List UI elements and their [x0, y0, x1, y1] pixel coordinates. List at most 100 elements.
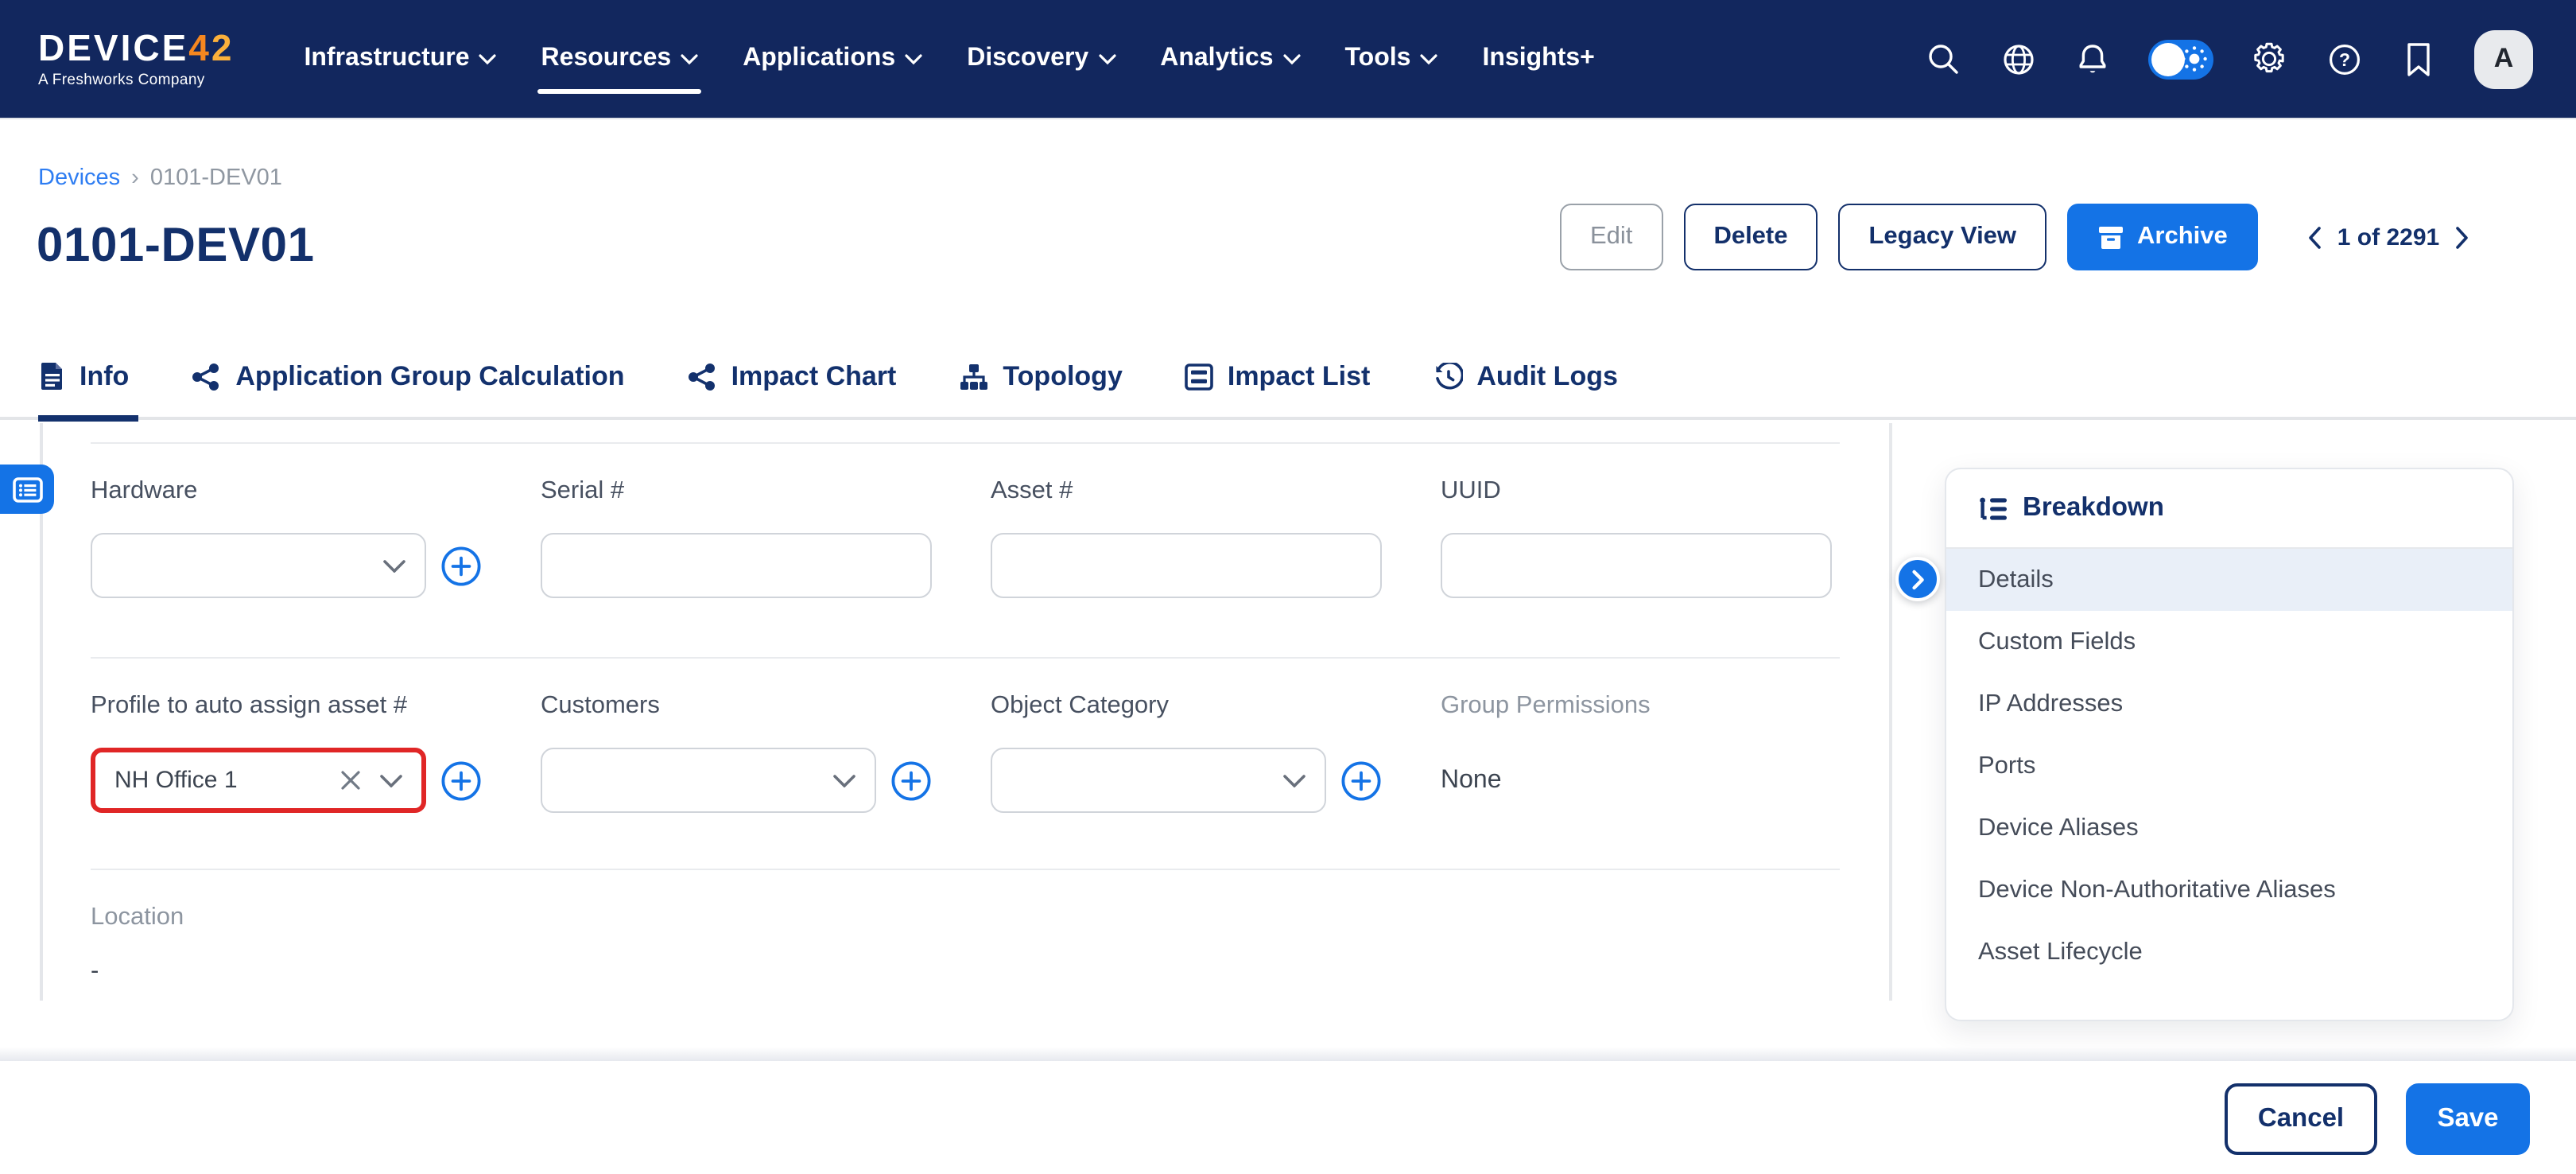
hardware-label: Hardware: [91, 477, 482, 506]
form-row-1: Hardware Serial # Asset # UUID: [91, 442, 1840, 657]
svg-text:?: ?: [2338, 49, 2349, 69]
save-bar: Cancel Save: [0, 1061, 2576, 1174]
add-profile-button[interactable]: [440, 760, 482, 801]
tab-topology[interactable]: Topology: [958, 334, 1122, 418]
serial-label: Serial #: [541, 477, 932, 506]
sitemap-icon: [958, 362, 988, 391]
cancel-button[interactable]: Cancel: [2225, 1083, 2377, 1155]
breakdown-item-custom-fields[interactable]: Custom Fields: [1946, 611, 2512, 673]
bookmark-icon[interactable]: [2399, 40, 2438, 78]
history-icon: [1432, 362, 1462, 391]
menu-resources[interactable]: Resources: [519, 0, 721, 119]
help-icon[interactable]: ?: [2325, 40, 2363, 78]
device42-app: DEVICE42 A Freshworks Company Infrastruc…: [0, 0, 2576, 1174]
tab-application-group-calculation[interactable]: Application Group Calculation: [191, 334, 624, 418]
share-nodes-icon: [191, 362, 221, 391]
breadcrumb: Devices › 0101-DEV01: [38, 165, 282, 191]
tab-info[interactable]: Info: [40, 334, 129, 418]
breakdown-panel: Breakdown Details Custom Fields IP Addre…: [1945, 468, 2514, 1021]
legacy-view-button[interactable]: Legacy View: [1839, 204, 2047, 270]
sun-icon: [2180, 45, 2209, 73]
panel-collapse-button[interactable]: [1895, 557, 1940, 601]
breakdown-title: Breakdown: [2023, 493, 2164, 523]
hardware-select[interactable]: [91, 533, 426, 598]
next-record-icon[interactable]: [2455, 225, 2469, 249]
profile-select[interactable]: NH Office 1: [91, 748, 426, 813]
tab-audit-logs[interactable]: Audit Logs: [1432, 334, 1618, 418]
chevron-down-icon: [833, 774, 855, 787]
uuid-input[interactable]: [1461, 535, 1811, 597]
menu-insights[interactable]: Insights+: [1460, 0, 1616, 119]
uuid-label: UUID: [1441, 477, 1832, 506]
clear-icon[interactable]: [340, 770, 361, 791]
breadcrumb-current: 0101-DEV01: [150, 165, 282, 191]
group-permissions-label: Group Permissions: [1441, 692, 1832, 721]
edit-button[interactable]: Edit: [1560, 204, 1662, 270]
chevron-down-icon: [905, 53, 922, 64]
record-pagination: 1 of 2291: [2307, 224, 2469, 251]
form-row-2: Profile to auto assign asset # NH Office…: [91, 657, 1840, 869]
group-permissions-value: None: [1441, 748, 1832, 813]
archive-button[interactable]: Archive: [2067, 204, 2258, 270]
avatar-letter: A: [2494, 43, 2514, 75]
add-object-category-button[interactable]: [1340, 760, 1382, 801]
list-panel-icon: [12, 476, 42, 502]
table-icon: [1185, 362, 1213, 391]
avatar[interactable]: A: [2474, 29, 2533, 88]
delete-button[interactable]: Delete: [1683, 204, 1818, 270]
profile-select-value: NH Office 1: [114, 767, 238, 794]
menu-infrastructure[interactable]: Infrastructure: [281, 0, 518, 119]
location-label: Location: [91, 904, 1840, 932]
breakdown-item-asset-lifecycle[interactable]: Asset Lifecycle: [1946, 921, 2512, 983]
device42-logo[interactable]: DEVICE42 A Freshworks Company: [38, 30, 234, 88]
tab-impact-chart[interactable]: Impact Chart: [687, 334, 897, 418]
breadcrumb-devices-link[interactable]: Devices: [38, 165, 120, 191]
breakdown-item-ports[interactable]: Ports: [1946, 735, 2512, 797]
chevron-down-icon: [383, 559, 405, 572]
chevron-down-icon: [380, 774, 402, 787]
asset-label: Asset #: [991, 477, 1382, 506]
asset-input[interactable]: [1011, 535, 1361, 597]
document-icon: [40, 361, 65, 391]
serial-input[interactable]: [561, 535, 911, 597]
content-panel-divider: [1889, 423, 1891, 1001]
object-category-select[interactable]: [991, 748, 1326, 813]
device-info-form: Hardware Serial # Asset # UUID: [91, 442, 1840, 1031]
breakdown-item-device-aliases[interactable]: Device Aliases: [1946, 797, 2512, 859]
object-category-label: Object Category: [991, 692, 1382, 721]
chevron-down-icon: [1283, 53, 1301, 64]
breakdown-item-device-non-authoritative-aliases[interactable]: Device Non-Authoritative Aliases: [1946, 859, 2512, 921]
breakdown-header: Breakdown: [1946, 469, 2512, 549]
save-button[interactable]: Save: [2406, 1083, 2530, 1155]
chevron-down-icon: [1420, 53, 1437, 64]
breakdown-item-ip-addresses[interactable]: IP Addresses: [1946, 673, 2512, 735]
form-sections-flyout-button[interactable]: [0, 465, 54, 514]
menu-discovery[interactable]: Discovery: [945, 0, 1138, 119]
form-row-3: Location -: [91, 869, 1840, 1031]
share-nodes-icon: [687, 362, 717, 391]
pagination-text: 1 of 2291: [2337, 224, 2439, 251]
customers-label: Customers: [541, 692, 932, 721]
menu-applications[interactable]: Applications: [720, 0, 945, 119]
nav-utilities: ? A: [1924, 29, 2576, 88]
theme-toggle[interactable]: [2148, 39, 2213, 79]
menu-tools[interactable]: Tools: [1323, 0, 1461, 119]
profile-label: Profile to auto assign asset #: [91, 692, 482, 721]
search-icon[interactable]: [1924, 40, 1962, 78]
add-hardware-button[interactable]: [440, 545, 482, 586]
detail-tabs: Info Application Group Calculation Impac…: [0, 336, 2576, 420]
chevron-down-icon: [1283, 774, 1305, 787]
logo-tagline: A Freshworks Company: [38, 73, 234, 88]
menu-analytics[interactable]: Analytics: [1138, 0, 1322, 119]
globe-icon[interactable]: [1999, 40, 2037, 78]
add-customer-button[interactable]: [890, 760, 932, 801]
tab-impact-list[interactable]: Impact List: [1185, 334, 1371, 418]
customers-select[interactable]: [541, 748, 876, 813]
gear-icon[interactable]: [2250, 40, 2288, 78]
breakdown-item-details[interactable]: Details: [1946, 549, 2512, 611]
bell-icon[interactable]: [2074, 40, 2112, 78]
chevron-right-icon: [1911, 569, 1925, 589]
chevron-down-icon: [1098, 53, 1115, 64]
main-menu: Infrastructure Resources Applications Di…: [281, 0, 1616, 119]
prev-record-icon[interactable]: [2307, 225, 2322, 249]
